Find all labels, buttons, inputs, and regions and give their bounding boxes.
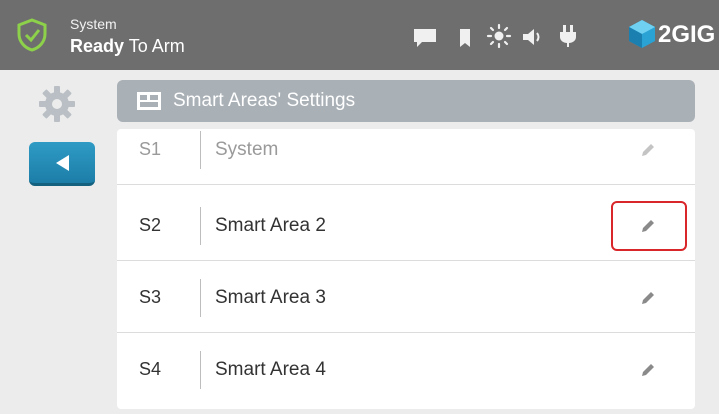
volume-icon[interactable] [520,23,546,51]
pencil-edit-icon[interactable] [639,361,657,379]
back-button[interactable] [29,142,95,186]
shield-check-icon [17,18,47,52]
list-item-s2[interactable]: S2 Smart Area 2 [117,191,695,261]
pencil-edit-icon[interactable] [639,289,657,307]
area-name: Smart Area 2 [215,215,326,236]
area-name: Smart Area 3 [215,287,326,308]
pencil-edit-icon[interactable] [639,141,657,159]
area-code: S2 [139,215,162,235]
back-arrow-icon [56,155,69,171]
list-item-s3[interactable]: S3 Smart Area 3 [117,263,695,333]
smart-area-icon [137,92,161,110]
brightness-icon[interactable] [486,22,512,50]
gear-icon [39,86,75,122]
divider [200,351,201,389]
area-code: S3 [139,287,162,307]
2gig-logo-icon [629,20,655,48]
status-bar: System Ready To Arm 2GIG [0,0,719,70]
message-icon[interactable] [412,24,438,52]
highlight-box [611,201,687,251]
area-name: System [215,139,279,160]
panel-header: Smart Areas' Settings [117,80,695,122]
divider [200,207,201,245]
divider [200,279,201,317]
power-plug-icon [560,25,576,47]
area-code: S4 [139,359,162,379]
list-item-s1[interactable]: S1 System [117,129,695,185]
smart-area-list: S1 System S2 Smart Area 2 S3 Smart Area … [117,129,695,409]
brand-logo-text: 2GIG [658,21,716,48]
page-title: Smart Areas' Settings [173,90,356,111]
system-status: Ready To Arm [70,36,185,56]
system-label: System [70,16,117,32]
divider [200,131,201,169]
area-name: Smart Area 4 [215,359,326,380]
bookmark-icon[interactable] [452,24,478,52]
list-item-s4[interactable]: S4 Smart Area 4 [117,335,695,405]
area-code: S1 [139,139,162,159]
